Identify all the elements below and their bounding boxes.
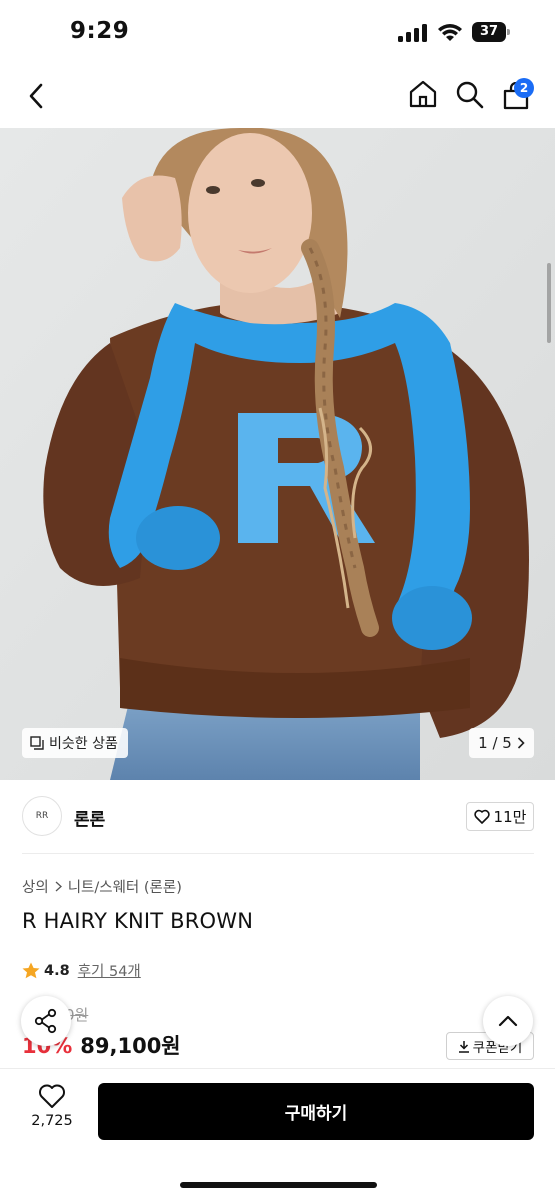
wishlist-button[interactable]: 2,725 [22,1083,82,1139]
wishlist-count: 2,725 [31,1113,73,1129]
chevron-left-icon[interactable] [24,82,50,110]
sale-price: 89,100원 [80,1034,181,1058]
scroll-indicator[interactable] [547,263,551,343]
home-indicator [180,1182,377,1188]
breadcrumb: 상의 니트/스웨터 (론론) [22,876,182,897]
heart-icon [39,1084,65,1108]
buy-button[interactable]: 구매하기 [98,1083,534,1140]
status-time: 9:29 [70,18,130,44]
breadcrumb-category[interactable]: 상의 [22,876,49,897]
download-icon [458,1040,469,1053]
cart-count-badge: 2 [514,78,534,98]
chevron-right-icon [55,881,62,892]
product-photo-illustration [0,128,555,780]
rating-value: 4.8 [44,962,70,979]
similar-products-button[interactable]: 비슷한 상품 [22,728,128,758]
search-icon[interactable] [455,80,485,110]
divider [22,853,534,854]
review-link[interactable]: 후기 54개 [78,960,141,981]
brand-logo-text: RR [35,811,49,821]
brand-like-count: 11만 [493,808,527,826]
similar-products-label: 비슷한 상품 [49,736,118,752]
star-icon [22,962,40,979]
cellular-signal-icon [398,24,428,42]
share-icon [34,1008,57,1034]
home-icon[interactable] [408,79,438,109]
chevron-up-icon [498,1015,518,1027]
status-bar: 9:29 37 [0,0,555,66]
breadcrumb-subcategory[interactable]: 니트/스웨터 (론론) [68,876,182,897]
product-title: R HAIRY KNIT BROWN [22,909,254,933]
battery-icon: 37 [472,22,510,42]
scroll-to-top-button[interactable] [483,996,533,1046]
brand-like-button[interactable]: 11만 [466,802,534,831]
page-indicator-text: 1 / 5 [478,734,512,752]
brand-logo[interactable]: RR [22,796,62,836]
wifi-icon [438,24,462,41]
rating-row: 4.8 후기 54개 [22,960,141,981]
brand-name[interactable]: 론론 [74,805,105,830]
similar-items-icon [30,736,44,750]
product-image[interactable] [0,128,555,780]
heart-icon [473,809,490,824]
battery-level: 37 [472,22,506,42]
image-page-indicator[interactable]: 1 / 5 [469,728,534,758]
chevron-right-icon [517,737,525,749]
share-button[interactable] [21,996,71,1046]
